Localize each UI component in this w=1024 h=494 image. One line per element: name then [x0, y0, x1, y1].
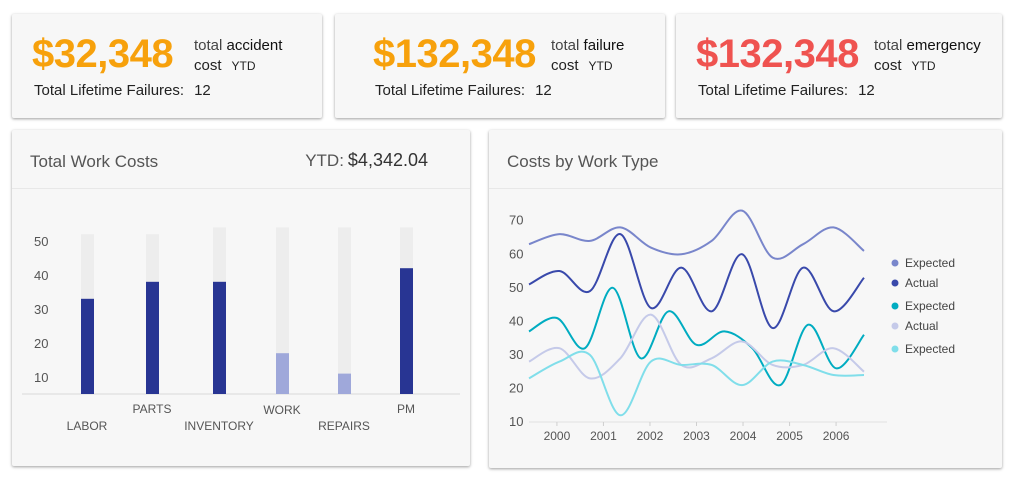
- accident-cost-card: $32,348 total accident cost YTD Total Lif…: [12, 14, 322, 118]
- bar-chart-y-tick: 40: [34, 268, 48, 283]
- bar-inventory: [213, 281, 226, 394]
- line-chart-y-tick: 60: [509, 246, 523, 261]
- line-chart-x-tick: 2005: [776, 429, 803, 443]
- failure-cost-label-line2: cost: [551, 57, 579, 74]
- bar-chart-x-label: REPAIRS: [318, 419, 370, 433]
- emergency-lifetime-value: 12: [858, 82, 875, 99]
- line-chart-y-tick: 50: [509, 280, 523, 295]
- accident-lifetime-failures: Total Lifetime Failures: 12: [34, 82, 211, 99]
- legend-dot: [891, 302, 899, 310]
- line-chart-y-tick: 30: [509, 347, 523, 362]
- emergency-cost-label-line2: cost: [874, 57, 902, 74]
- work-costs-bar-chart: 10 20 30 40 50 LABOR PARTS INVENTORY WORK REPAIRS…: [22, 227, 460, 433]
- legend-dot: [891, 259, 899, 267]
- legend-label: Expected: [905, 256, 955, 270]
- line-series-0: [528, 209, 865, 260]
- failure-cost-ytd: YTD: [588, 59, 613, 73]
- line-chart-x-tick: 2000: [544, 429, 571, 443]
- emergency-cost-amount: $132,348: [696, 32, 859, 76]
- emergency-lifetime-label: Total Lifetime Failures:: [698, 82, 849, 99]
- failure-cost-card: $132,348 total failure cost YTD Total Lif…: [335, 14, 665, 118]
- legend-label: Actual: [905, 319, 938, 333]
- bar-chart-y-tick: 50: [34, 234, 48, 249]
- bar-pm: [400, 268, 413, 394]
- legend-dot: [891, 345, 899, 353]
- bar-chart-y-tick: 10: [34, 370, 48, 385]
- accident-lifetime-label: Total Lifetime Failures:: [34, 82, 185, 99]
- line-chart-x-tick: 2001: [590, 429, 617, 443]
- failure-cost-label: total failure cost YTD: [551, 36, 624, 76]
- line-chart-x-tick: 2003: [683, 429, 710, 443]
- bar-track: [338, 227, 351, 394]
- failure-cost-label-key: failure: [583, 37, 625, 54]
- legend-label: Actual: [905, 276, 938, 290]
- accident-cost-ytd: YTD: [231, 59, 256, 73]
- bar-chart-y-tick: 20: [34, 336, 48, 351]
- accident-cost-label-pre: total: [194, 37, 223, 54]
- accident-cost-label-key: accident: [226, 37, 283, 54]
- bar-chart-x-label: LABOR: [67, 419, 108, 433]
- legend-dot: [891, 279, 899, 287]
- accident-cost-label-line2: cost: [194, 57, 222, 74]
- bar-chart-x-label: WORK: [263, 403, 300, 417]
- failure-cost-amount: $132,348: [373, 32, 536, 76]
- legend-label: Expected: [905, 342, 955, 356]
- emergency-cost-label: total emergency cost YTD: [874, 36, 981, 76]
- work-type-panel: Costs by Work Type 10 20 30 40 50 60 70 2000 200…: [489, 130, 1002, 468]
- accident-cost-label: total accident cost YTD: [194, 36, 282, 76]
- line-chart-y-tick: 70: [509, 213, 523, 228]
- emergency-cost-label-key: emergency: [906, 37, 981, 54]
- line-chart-y-tick: 10: [509, 414, 523, 429]
- line-series-4: [528, 350, 865, 417]
- accident-cost-amount: $32,348: [32, 32, 174, 76]
- bar-chart-x-label: INVENTORY: [184, 419, 254, 433]
- bar-chart-y-tick: 30: [34, 302, 48, 317]
- line-series-1: [528, 233, 865, 330]
- emergency-lifetime-failures: Total Lifetime Failures: 12: [698, 82, 875, 99]
- failure-lifetime-value: 12: [535, 82, 552, 99]
- legend-dot: [891, 322, 899, 330]
- work-type-line-chart: 10 20 30 40 50 60 70 2000 2001 2002 2003 2004 2005 20…: [509, 209, 955, 443]
- line-chart-x-tick: 2004: [730, 429, 757, 443]
- line-chart-y-tick: 20: [509, 380, 523, 395]
- bar-labor: [81, 298, 94, 394]
- work-costs-panel: Total Work Costs YTD: $4,342.04 10 20 30 40 5…: [12, 130, 470, 466]
- bar-chart-x-label: PM: [397, 402, 415, 416]
- accident-lifetime-value: 12: [194, 82, 211, 99]
- failure-lifetime-failures: Total Lifetime Failures: 12: [375, 82, 552, 99]
- emergency-cost-ytd: YTD: [911, 59, 936, 73]
- bar-parts: [146, 281, 159, 394]
- bar-work: [276, 353, 289, 394]
- line-chart-x-tick: 2006: [823, 429, 850, 443]
- bar-chart-x-label: PARTS: [133, 402, 172, 416]
- line-chart-y-tick: 40: [509, 313, 523, 328]
- emergency-cost-card: $132,348 total emergency cost YTD Total L…: [676, 14, 1002, 118]
- line-chart-x-tick: 2002: [637, 429, 664, 443]
- failure-cost-label-pre: total: [551, 37, 580, 54]
- legend-label: Expected: [905, 299, 955, 313]
- emergency-cost-label-pre: total: [874, 37, 903, 54]
- bar-repairs: [338, 373, 351, 394]
- failure-lifetime-label: Total Lifetime Failures:: [375, 82, 526, 99]
